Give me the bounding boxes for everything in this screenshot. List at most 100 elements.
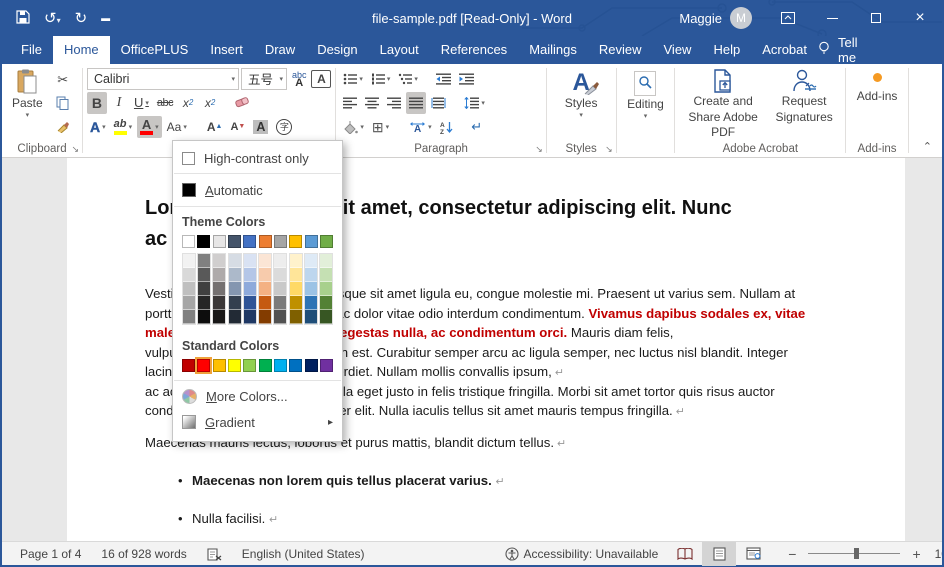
theme-variant-swatch-8-4[interactable]: [305, 310, 317, 324]
theme-color-swatch-3[interactable]: [228, 235, 241, 248]
theme-variant-swatch-9-1[interactable]: [320, 268, 332, 282]
strikethrough-button[interactable]: abc: [154, 92, 176, 114]
tab-mailings[interactable]: Mailings: [518, 36, 588, 64]
standard-color-swatch-9[interactable]: [320, 359, 333, 372]
increase-indent-button[interactable]: [456, 68, 477, 90]
theme-variant-swatch-8-0[interactable]: [305, 254, 317, 268]
numbering-button[interactable]: [368, 68, 394, 90]
enclose-characters-button[interactable]: 字: [273, 116, 295, 138]
read-mode-button[interactable]: [668, 542, 702, 566]
request-signatures-button[interactable]: Request Signatures: [767, 67, 841, 143]
theme-variant-swatch-4-1[interactable]: [244, 268, 256, 282]
character-shading-button[interactable]: A: [250, 116, 271, 138]
standard-color-swatch-4[interactable]: [243, 359, 256, 372]
theme-variant-swatch-1-0[interactable]: [198, 254, 210, 268]
theme-color-swatch-6[interactable]: [274, 235, 287, 248]
theme-variant-swatch-5-0[interactable]: [259, 254, 271, 268]
standard-color-swatch-3[interactable]: [228, 359, 241, 372]
theme-color-swatch-0[interactable]: [182, 235, 195, 248]
tab-help[interactable]: Help: [702, 36, 751, 64]
theme-variant-swatch-7-1[interactable]: [290, 268, 302, 282]
theme-color-swatch-9[interactable]: [320, 235, 333, 248]
proofing-status-icon[interactable]: [197, 547, 232, 561]
tab-officeplus[interactable]: OfficePLUS: [110, 36, 200, 64]
standard-color-swatch-7[interactable]: [289, 359, 302, 372]
theme-variant-swatch-6-0[interactable]: [274, 254, 286, 268]
styles-dialog-launcher[interactable]: ↘: [605, 144, 613, 155]
theme-variant-swatch-6-3[interactable]: [274, 296, 286, 310]
zoom-out-button[interactable]: −: [784, 546, 800, 562]
accessibility-status[interactable]: Accessibility: Unavailable: [495, 547, 669, 561]
tell-me-icon[interactable]: [818, 41, 830, 59]
theme-variant-swatch-9-3[interactable]: [320, 296, 332, 310]
theme-variant-swatch-1-4[interactable]: [198, 310, 210, 324]
theme-color-swatch-2[interactable]: [213, 235, 226, 248]
paste-button[interactable]: Paste▾: [6, 67, 49, 137]
theme-variant-swatch-5-1[interactable]: [259, 268, 271, 282]
tab-insert[interactable]: Insert: [199, 36, 254, 64]
theme-color-swatch-4[interactable]: [243, 235, 256, 248]
font-size-combo[interactable]: 五号▾: [241, 68, 287, 90]
theme-variant-swatch-8-3[interactable]: [305, 296, 317, 310]
subscript-button[interactable]: x2: [178, 92, 198, 114]
theme-variant-swatch-8-1[interactable]: [305, 268, 317, 282]
theme-variant-swatch-1-2[interactable]: [198, 282, 210, 296]
page-indicator[interactable]: Page 1 of 4: [2, 547, 91, 561]
customize-quick-access-icon[interactable]: ▬: [101, 14, 110, 23]
redo-button[interactable]: ↻: [75, 11, 88, 26]
show-formatting-marks-button[interactable]: ↵: [467, 116, 487, 138]
theme-variant-swatch-2-3[interactable]: [213, 296, 225, 310]
theme-variant-swatch-0-1[interactable]: [183, 268, 195, 282]
zoom-slider-thumb[interactable]: [854, 548, 859, 559]
clear-formatting-icon[interactable]: [232, 92, 253, 114]
theme-variant-swatch-3-2[interactable]: [229, 282, 241, 296]
user-name[interactable]: Maggie: [679, 11, 722, 26]
align-right-button[interactable]: [384, 92, 404, 114]
tell-me-label[interactable]: Tell me: [838, 35, 872, 65]
theme-variant-swatch-1-3[interactable]: [198, 296, 210, 310]
styles-button[interactable]: A Styles▾: [551, 67, 612, 121]
theme-variant-swatch-1-1[interactable]: [198, 268, 210, 282]
shading-button[interactable]: [340, 116, 367, 138]
bold-button[interactable]: B: [87, 92, 107, 114]
theme-variant-swatch-3-3[interactable]: [229, 296, 241, 310]
cut-icon[interactable]: ✂: [53, 69, 73, 91]
distribute-button[interactable]: [428, 92, 449, 114]
theme-variant-swatch-4-2[interactable]: [244, 282, 256, 296]
standard-color-swatch-6[interactable]: [274, 359, 287, 372]
theme-variant-swatch-2-0[interactable]: [213, 254, 225, 268]
high-contrast-checkbox[interactable]: [182, 152, 195, 165]
tab-home[interactable]: Home: [53, 36, 110, 64]
avatar[interactable]: M: [730, 7, 752, 29]
zoom-level[interactable]: 100%: [925, 547, 944, 561]
decrease-indent-button[interactable]: [433, 68, 454, 90]
theme-color-swatch-1[interactable]: [197, 235, 210, 248]
bullets-button[interactable]: [340, 68, 366, 90]
theme-variant-swatch-6-2[interactable]: [274, 282, 286, 296]
theme-variant-swatch-9-2[interactable]: [320, 282, 332, 296]
more-colors-item[interactable]: More Colors...: [173, 383, 342, 409]
theme-variant-swatch-9-4[interactable]: [320, 310, 332, 324]
web-layout-button[interactable]: [736, 542, 770, 566]
highlight-color-button[interactable]: ab: [111, 116, 136, 138]
theme-color-swatch-7[interactable]: [289, 235, 302, 248]
tab-acrobat[interactable]: Acrobat: [751, 36, 818, 64]
theme-variant-swatch-4-0[interactable]: [244, 254, 256, 268]
theme-variant-swatch-7-2[interactable]: [290, 282, 302, 296]
theme-variant-swatch-7-4[interactable]: [290, 310, 302, 324]
standard-color-swatch-0[interactable]: [182, 359, 195, 372]
gradient-item[interactable]: Gradient ▸: [173, 409, 342, 435]
grow-font-button[interactable]: A▲: [204, 116, 226, 138]
format-painter-icon[interactable]: [53, 115, 73, 137]
tab-layout[interactable]: Layout: [369, 36, 430, 64]
word-count[interactable]: 16 of 928 words: [91, 547, 196, 561]
theme-variant-swatch-4-3[interactable]: [244, 296, 256, 310]
phonetic-guide-icon[interactable]: abcA: [289, 68, 310, 90]
save-icon[interactable]: [16, 10, 30, 27]
editing-button[interactable]: Editing▾: [621, 67, 671, 122]
theme-variant-swatch-0-0[interactable]: [183, 254, 195, 268]
justify-button[interactable]: [406, 92, 426, 114]
theme-variant-swatch-2-2[interactable]: [213, 282, 225, 296]
print-layout-button[interactable]: [702, 542, 736, 566]
theme-variant-swatch-8-2[interactable]: [305, 282, 317, 296]
